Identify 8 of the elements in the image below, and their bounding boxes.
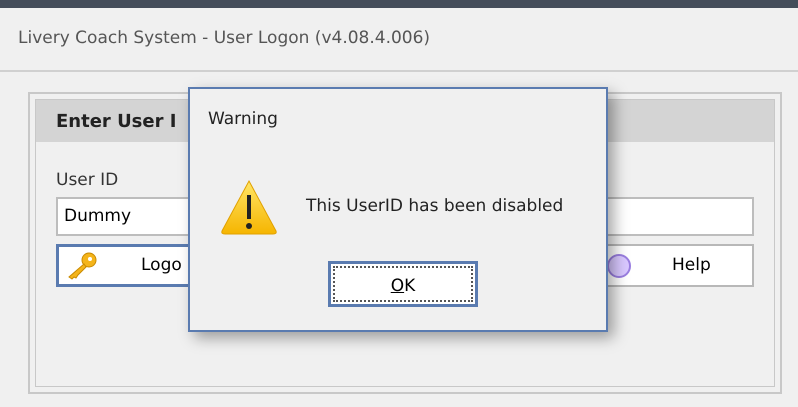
field-label: User ID	[56, 170, 118, 190]
panel-heading: Enter User I	[56, 110, 176, 134]
warning-icon	[220, 178, 278, 234]
help-icon	[606, 252, 632, 278]
ok-button[interactable]: OK	[328, 260, 478, 306]
window-title: Livery Coach System - User Logon (v4.08.4.006)	[18, 27, 430, 50]
dialog-title: Warning	[208, 109, 278, 129]
dialog-message: This UserID has been disabled	[306, 194, 564, 218]
